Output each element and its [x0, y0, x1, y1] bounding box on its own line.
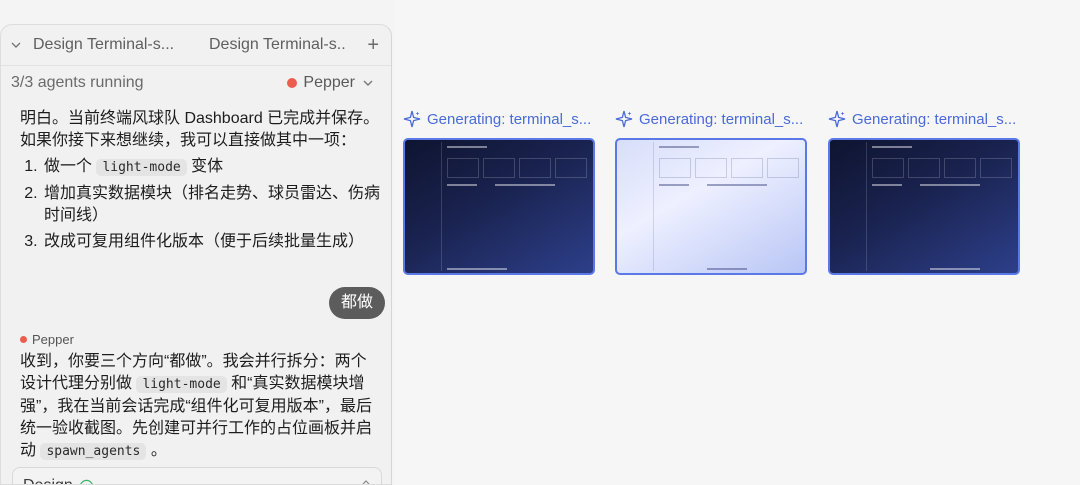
sparkle-icon	[403, 110, 421, 128]
tab-design-terminal-2[interactable]: Design Terminal-s..	[209, 36, 346, 54]
mode-label: Design	[23, 477, 73, 484]
list-item: 增加真实数据模块（排名走势、球员雷达、伤病时间线）	[42, 183, 380, 227]
thumbnail-stat	[731, 158, 763, 178]
thumbnail-stat	[659, 158, 691, 178]
chevron-down-icon	[363, 80, 373, 86]
thumbnail-line	[707, 184, 767, 186]
thumbnail-stat	[908, 158, 940, 178]
thumbnail-stat	[555, 158, 587, 178]
thumbnail-sidebar	[619, 142, 654, 271]
generating-label: Generating: terminal_s...	[852, 110, 1017, 128]
agent-status-dot	[287, 78, 298, 88]
inline-code: spawn_agents	[40, 443, 147, 460]
thumbnail-line	[447, 184, 477, 186]
thumbnail-stat	[447, 158, 479, 178]
thumbnail-sidebar	[407, 142, 442, 271]
option-list: 做一个 light-mode 变体 增加真实数据模块（排名走势、球员雷达、伤病时…	[20, 156, 380, 253]
thumbnail-line	[447, 268, 507, 270]
list-text: 改成可复用组件化版本（便于后续批量生成）	[44, 233, 365, 250]
thumbnail-line	[930, 268, 980, 270]
thumbnail-line	[872, 184, 902, 186]
tab-label: Design Terminal-s...	[33, 36, 175, 53]
thumbnail-line	[659, 184, 689, 186]
thumbnail-stat	[980, 158, 1012, 178]
dashboard-thumbnail[interactable]	[615, 138, 807, 275]
mode-selector[interactable]: Design	[12, 467, 382, 484]
thumbnail-line	[495, 184, 555, 186]
generating-title: Generating: terminal_s...	[828, 110, 1016, 128]
chevron-down-icon[interactable]	[11, 40, 21, 50]
list-text: 做一个	[44, 158, 97, 175]
agent-selector[interactable]: Pepper	[287, 74, 373, 92]
list-text: 变体	[186, 158, 224, 175]
thumbnail-line	[707, 268, 747, 270]
user-message-bubble: 都做	[329, 287, 386, 319]
tab-label: Design Terminal-s..	[209, 36, 346, 53]
generating-label: Generating: terminal_s...	[639, 110, 804, 128]
sparkle-icon	[828, 110, 846, 128]
thumbnail-line	[872, 146, 912, 148]
sparkle-icon	[615, 110, 633, 128]
list-text: 增加真实数据模块（排名走势、球员雷达、伤病时间线）	[44, 185, 381, 224]
generating-title: Generating: terminal_s...	[403, 110, 591, 128]
message-text: 。	[146, 442, 167, 459]
tab-bar: Design Terminal-s... Design Terminal-s..…	[1, 25, 391, 65]
generating-card-1[interactable]: Generating: terminal_s...	[403, 110, 595, 275]
generating-label: Generating: terminal_s...	[427, 110, 592, 128]
dashboard-thumbnail[interactable]	[828, 138, 1020, 275]
assistant-message-2: 收到，你要三个方向“都做”。我会并行拆分：两个设计代理分别做 light-mod…	[20, 351, 380, 463]
message-text: 明白。当前终端风球队 Dashboard 已完成并保存。	[20, 110, 380, 127]
thumbnail-line	[659, 146, 699, 148]
thumbnail-line	[447, 146, 487, 148]
inline-code: light-mode	[96, 159, 187, 176]
list-item: 改成可复用组件化版本（便于后续批量生成）	[42, 231, 380, 253]
dashboard-thumbnail[interactable]	[403, 138, 595, 275]
thumbnail-stat	[944, 158, 976, 178]
agent-status-dot	[20, 336, 27, 343]
thumbnail-stat	[872, 158, 904, 178]
up-down-chevron-icon	[362, 480, 370, 484]
chat-panel: Design Terminal-s... Design Terminal-s..…	[0, 24, 392, 485]
message-text: 如果你接下来想继续，我可以直接做其中一项：	[20, 132, 357, 149]
generating-card-2[interactable]: Generating: terminal_s...	[615, 110, 807, 275]
thumbnail-stat	[767, 158, 799, 178]
tab-design-terminal-1[interactable]: Design Terminal-s...	[11, 36, 174, 54]
inline-code: light-mode	[136, 376, 227, 393]
agents-running-count: 3/3 agents running	[11, 74, 144, 91]
thumbnail-stat	[483, 158, 515, 178]
list-item: 做一个 light-mode 变体	[42, 156, 380, 179]
thumbnail-stat	[519, 158, 551, 178]
agent-name: Pepper	[303, 74, 355, 91]
check-circle-icon	[80, 479, 93, 484]
thumbnail-stat	[695, 158, 727, 178]
agents-status-bar: 3/3 agents running Pepper	[1, 65, 391, 100]
message-sender: Pepper	[20, 332, 74, 347]
sender-name: Pepper	[32, 332, 74, 347]
thumbnail-line	[920, 184, 980, 186]
generating-card-3[interactable]: Generating: terminal_s...	[828, 110, 1020, 275]
generating-title: Generating: terminal_s...	[615, 110, 803, 128]
assistant-message-1: 明白。当前终端风球队 Dashboard 已完成并保存。 如果你接下来想继续，我…	[20, 108, 380, 253]
thumbnail-sidebar	[832, 142, 867, 271]
new-tab-plus-icon[interactable]: +	[367, 34, 379, 57]
